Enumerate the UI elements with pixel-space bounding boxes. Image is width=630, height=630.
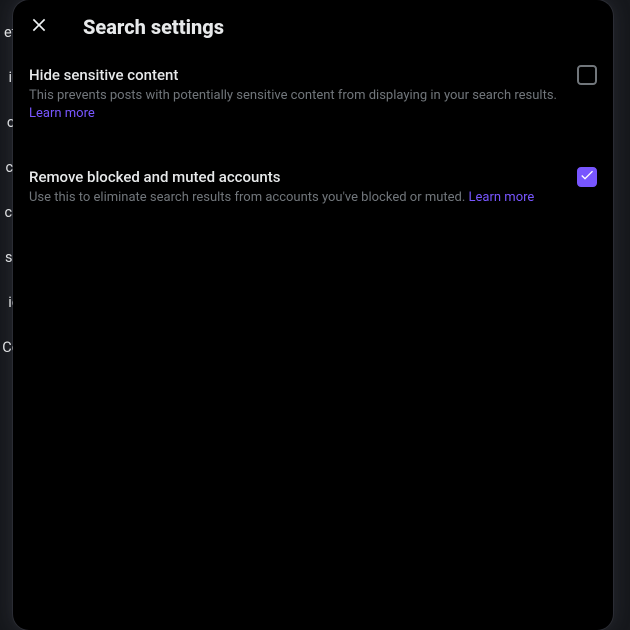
setting-row-top: Hide sensitive content	[29, 65, 597, 85]
learn-more-link[interactable]: Learn more	[469, 190, 535, 205]
modal-header: Search settings	[13, 0, 613, 53]
search-settings-modal: Search settings Hide sensitive content T…	[13, 0, 613, 630]
remove-blocked-checkbox[interactable]	[577, 167, 597, 187]
setting-remove-blocked: Remove blocked and muted accounts Use th…	[13, 155, 613, 219]
setting-title: Hide sensitive content	[29, 65, 178, 85]
setting-hide-sensitive: Hide sensitive content This prevents pos…	[13, 53, 613, 135]
setting-description: Use this to eliminate search results fro…	[29, 189, 597, 207]
setting-title: Remove blocked and muted accounts	[29, 167, 280, 187]
setting-desc-text: Use this to eliminate search results fro…	[29, 190, 465, 205]
setting-row-top: Remove blocked and muted accounts	[29, 167, 597, 187]
checkmark-icon	[579, 167, 595, 187]
setting-desc-text: This prevents posts with potentially sen…	[29, 88, 557, 103]
setting-description: This prevents posts with potentially sen…	[29, 87, 597, 123]
close-icon	[29, 15, 49, 39]
hide-sensitive-checkbox[interactable]	[577, 65, 597, 85]
learn-more-link[interactable]: Learn more	[29, 105, 597, 123]
modal-title: Search settings	[83, 15, 224, 39]
close-button[interactable]	[21, 9, 57, 45]
